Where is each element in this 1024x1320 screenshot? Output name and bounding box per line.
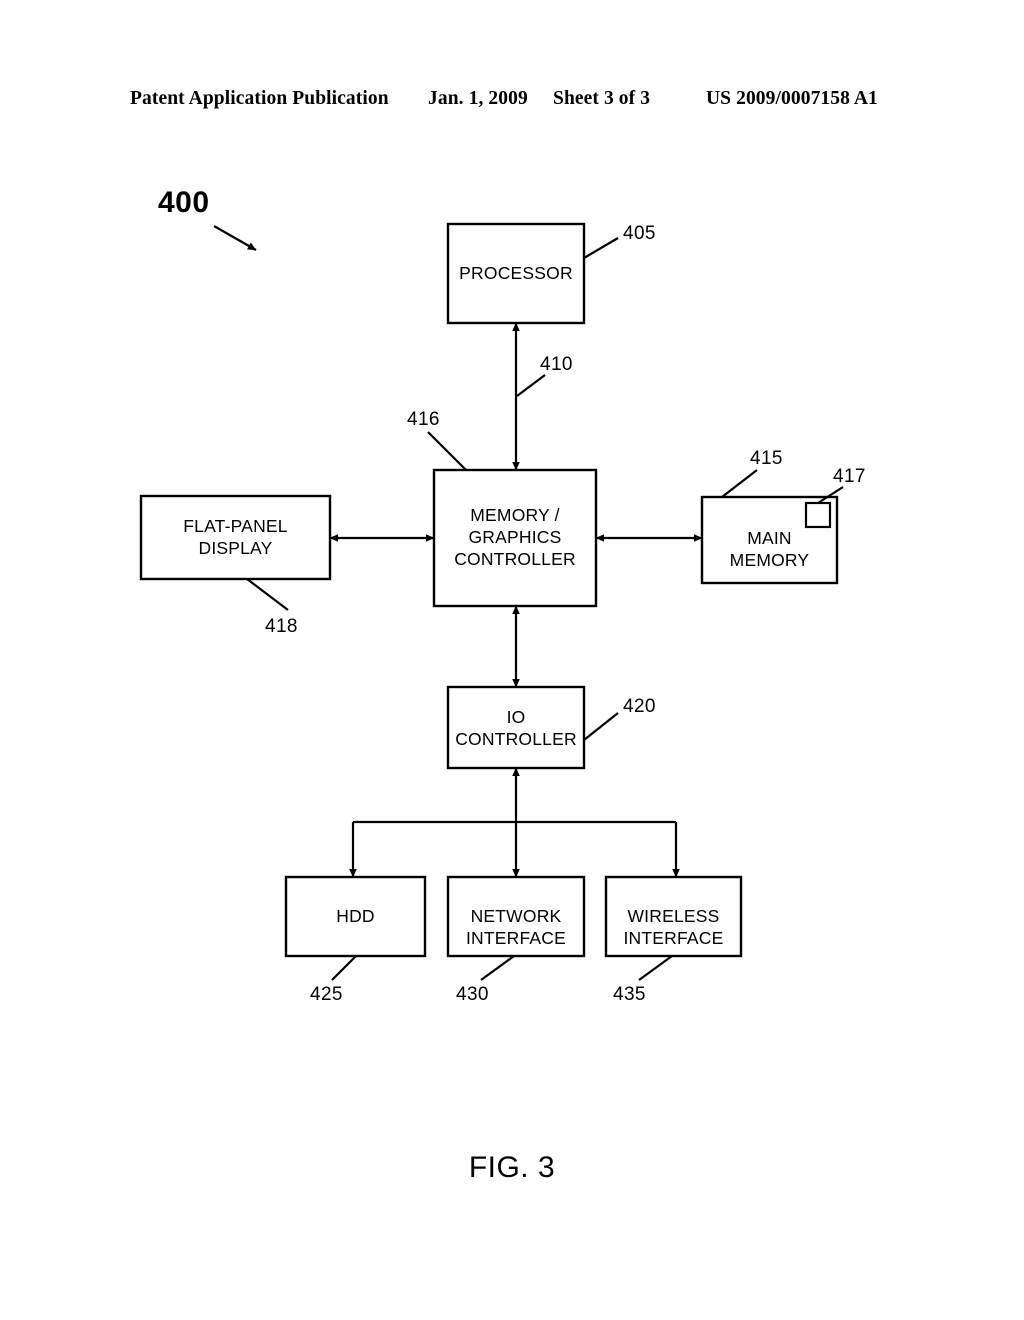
- reference-numeral-435: 435: [613, 984, 646, 1005]
- leader-line-416: [427, 431, 467, 471]
- system-numeral-leader-arrow: [213, 225, 257, 251]
- leader-line-415: [721, 469, 758, 498]
- reference-numeral-415: 415: [750, 448, 783, 469]
- figure-3-block-diagram: PROCESSOR MEMORY / GRAPHICS CONTROLLER F…: [0, 0, 1024, 1320]
- leader-line-405: [583, 237, 619, 259]
- block-label-network-interface: NETWORK INTERFACE: [465, 906, 566, 948]
- diagram-vector-layer: [139, 222, 844, 981]
- figure-caption: FIG. 3: [468, 1151, 556, 1184]
- block-label-main-memory: MAIN MEMORY: [729, 528, 810, 570]
- block-label-processor: PROCESSOR: [459, 263, 573, 283]
- leader-line-430: [480, 955, 515, 981]
- reference-numeral-416: 416: [407, 409, 440, 430]
- leader-line-435: [638, 955, 673, 981]
- leader-line-425: [331, 955, 357, 981]
- reference-numeral-400: 400: [158, 186, 210, 219]
- reference-numeral-420: 420: [623, 696, 656, 717]
- reference-numeral-410: 410: [540, 354, 573, 375]
- block-label-io-controller: IO CONTROLLER: [455, 707, 577, 749]
- reference-numeral-418: 418: [265, 616, 298, 637]
- reference-numeral-405: 405: [623, 223, 656, 244]
- reference-numeral-417: 417: [833, 466, 866, 487]
- block-label-hdd: HDD: [336, 906, 375, 926]
- block-label-memory-graphics-controller: MEMORY / GRAPHICS CONTROLLER: [454, 505, 576, 569]
- block-label-wireless-interface: WIRELESS INTERFACE: [623, 906, 724, 948]
- leader-line-410: [516, 374, 546, 397]
- reference-numeral-430: 430: [456, 984, 489, 1005]
- leader-line-420: [583, 712, 619, 741]
- block-main-memory-inner-module: [804, 501, 832, 529]
- reference-numeral-425: 425: [310, 984, 343, 1005]
- leader-line-418: [246, 578, 289, 611]
- block-label-flat-panel-display: FLAT-PANEL DISPLAY: [183, 516, 288, 558]
